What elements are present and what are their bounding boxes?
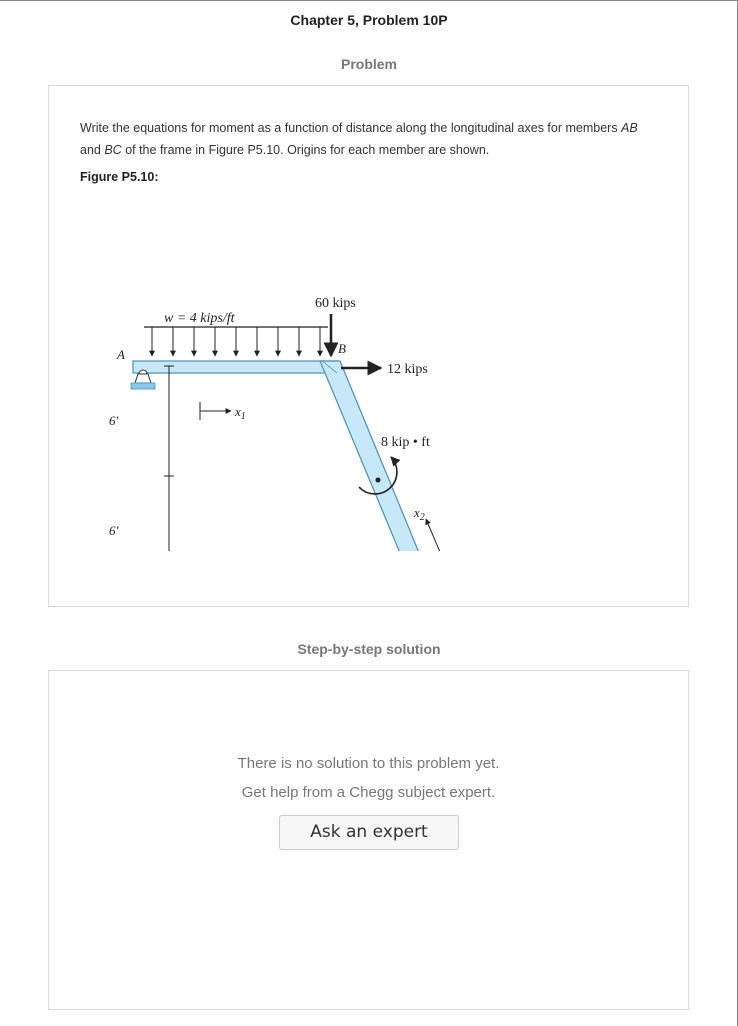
vertical-load-label: 60 kips <box>315 296 356 311</box>
figure-label: Figure P5.10: <box>80 170 159 184</box>
x2-label: x2 <box>413 505 425 523</box>
member-ab <box>132 360 339 374</box>
frame-figure: w = 4 kips/ft 60 kips A B 12 kips 8 kip … <box>109 296 441 551</box>
page-title: Chapter 5, Problem 10P <box>290 12 448 28</box>
x1-axis <box>199 402 232 420</box>
moment-point <box>375 477 381 483</box>
x1-label: x1 <box>234 404 246 422</box>
member-bc <box>319 360 419 551</box>
label-a: A <box>116 347 125 362</box>
height-lower-label: 6′ <box>109 523 119 538</box>
problem-section-label: Problem <box>340 56 397 72</box>
no-solution-message: There is no solution to this problem yet… <box>49 749 688 807</box>
x2-axis <box>425 518 441 551</box>
expert-help-line: Get help from a Chegg subject expert. <box>241 784 496 801</box>
vertical-dimension <box>164 365 174 551</box>
horizontal-load-label: 12 kips <box>387 362 428 377</box>
label-b: B <box>338 341 346 356</box>
problem-statement: Write the equations for moment as a func… <box>80 121 638 157</box>
solution-box: There is no solution to this problem yet… <box>48 670 689 1010</box>
height-upper-label: 6′ <box>109 413 119 428</box>
distributed-load-label: w = 4 kips/ft <box>164 311 236 326</box>
problem-box: Write the equations for moment as a func… <box>48 85 689 607</box>
ask-expert-button[interactable]: Ask an expert <box>279 815 459 850</box>
solution-section-label: Step-by-step solution <box>297 641 441 657</box>
distributed-load <box>144 326 328 357</box>
no-solution-line: There is no solution to this problem yet… <box>237 755 500 772</box>
moment-label: 8 kip • ft <box>381 435 430 450</box>
